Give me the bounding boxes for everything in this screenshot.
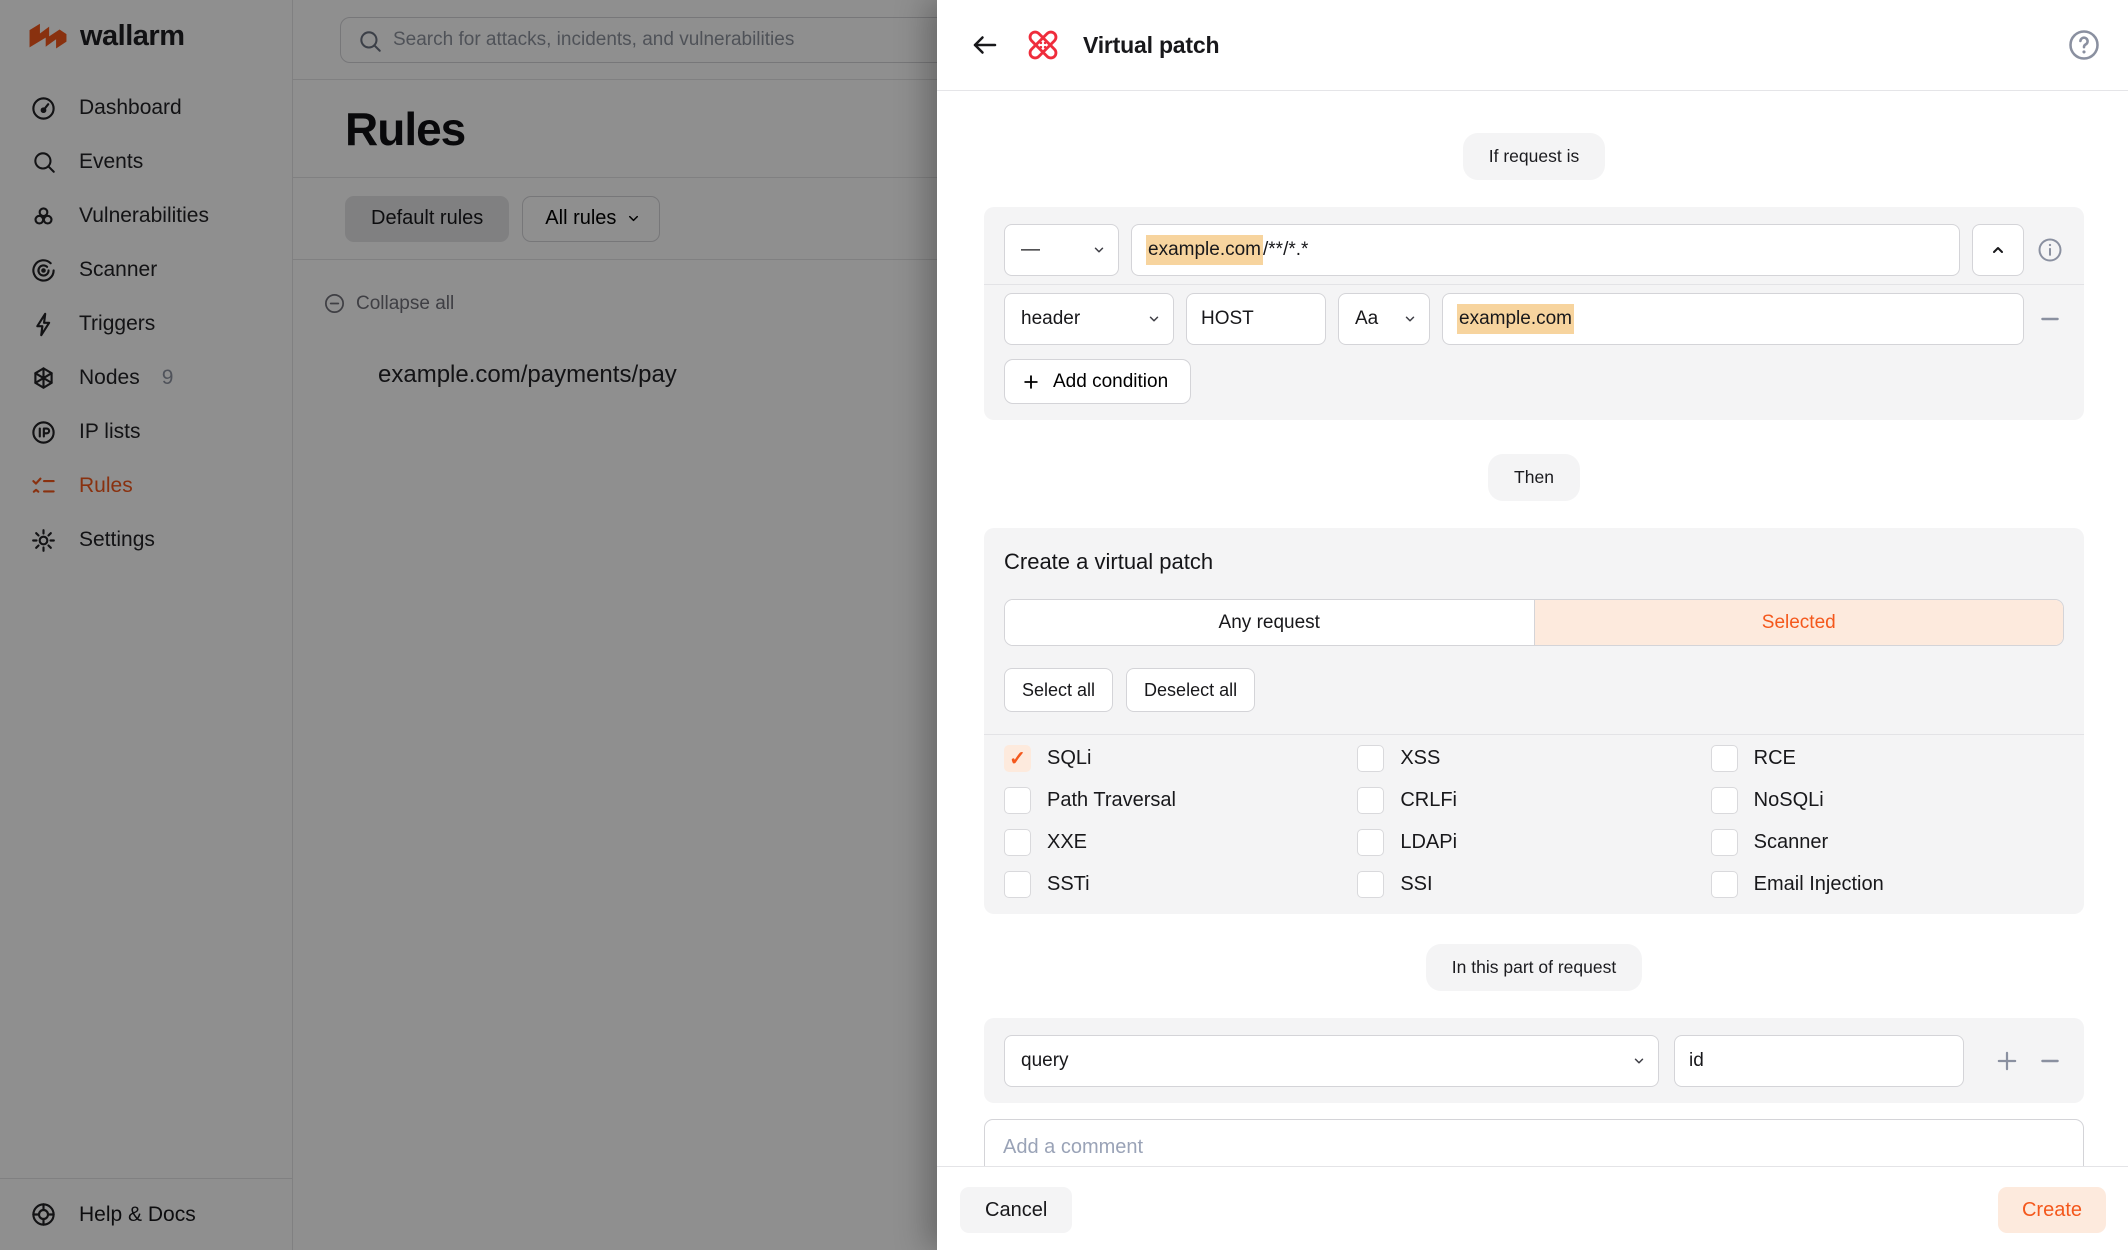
header-value-input[interactable]: example.com: [1442, 293, 2024, 345]
scope-tab-any-request[interactable]: Any request: [1005, 600, 1534, 645]
highlighted-host: example.com: [1146, 235, 1263, 265]
checkbox: [1711, 829, 1738, 856]
panel-body: If request is — example.com/**/*.*: [937, 91, 2128, 1250]
uri-pattern-input[interactable]: example.com/**/*.*: [1131, 224, 1960, 276]
attack-checkbox-ssi[interactable]: SSI: [1357, 871, 1710, 898]
panel-footer: Cancel Create: [937, 1166, 2128, 1250]
chevron-down-icon: [1147, 312, 1161, 326]
cancel-button[interactable]: Cancel: [960, 1187, 1072, 1233]
condition-operator-select[interactable]: —: [1004, 224, 1119, 276]
attack-checkbox-xxe[interactable]: XXE: [1004, 829, 1357, 856]
panel-title: Virtual patch: [1083, 32, 1219, 59]
request-scope-tabs: Any request Selected: [1004, 599, 2064, 646]
header-name-input[interactable]: [1186, 293, 1326, 345]
checkbox: [1357, 745, 1384, 772]
attack-checkbox-nosqli[interactable]: NoSQLi: [1711, 787, 2064, 814]
checkbox: [1711, 745, 1738, 772]
parameter-name-input[interactable]: [1674, 1035, 1964, 1087]
checkbox: [1357, 829, 1384, 856]
chevron-down-icon: [1632, 1054, 1646, 1068]
attack-checkbox-email-injection[interactable]: Email Injection: [1711, 871, 2064, 898]
checkbox: [1004, 871, 1031, 898]
selection-buttons: Select all Deselect all: [1004, 668, 2064, 712]
attack-checkbox-ssti[interactable]: SSTi: [1004, 871, 1357, 898]
help-icon[interactable]: [2066, 27, 2102, 63]
chevron-down-icon: [1403, 312, 1417, 326]
if-request-pill: If request is: [1463, 133, 1605, 180]
condition-type-select[interactable]: header: [1004, 293, 1174, 345]
divider: [984, 284, 2084, 285]
divider: [984, 734, 2084, 735]
create-button[interactable]: Create: [1998, 1187, 2106, 1233]
condition-row-header: header Aa example.com: [1004, 293, 2064, 345]
chevron-up-icon: [1990, 242, 2006, 258]
select-all-button[interactable]: Select all: [1004, 668, 1113, 712]
condition-card: — example.com/**/*.* h: [984, 207, 2084, 420]
condition-row-uri: — example.com/**/*.*: [1004, 224, 2064, 276]
deselect-all-button[interactable]: Deselect all: [1126, 668, 1255, 712]
checkbox: [1711, 787, 1738, 814]
attack-checkbox-xss[interactable]: XSS: [1357, 745, 1710, 772]
app: wallarm Dashboard Events Vulnerabi: [0, 0, 2128, 1250]
attack-checkbox-rce[interactable]: RCE: [1711, 745, 2064, 772]
attack-checkbox-sqli[interactable]: SQLi: [1004, 745, 1357, 772]
uri-rest: /**/*.*: [1263, 239, 1308, 261]
request-part-card: query: [984, 1018, 2084, 1103]
add-condition-button[interactable]: Add condition: [1004, 359, 1191, 404]
chevron-down-icon: [1092, 243, 1106, 257]
attack-checkbox-crlfi[interactable]: CRLFi: [1357, 787, 1710, 814]
checkbox: [1004, 787, 1031, 814]
collapse-condition-button[interactable]: [1972, 224, 2024, 276]
remove-part-icon[interactable]: [2036, 1047, 2064, 1075]
remove-condition-icon[interactable]: [2036, 305, 2064, 333]
info-icon[interactable]: [2036, 236, 2064, 264]
checkbox: [1357, 871, 1384, 898]
scope-tab-selected[interactable]: Selected: [1534, 600, 2064, 645]
virtual-patch-panel: Virtual patch If request is — example.co…: [937, 0, 2128, 1250]
back-arrow-icon[interactable]: [967, 27, 1003, 63]
request-point-select[interactable]: query: [1004, 1035, 1659, 1087]
attack-checkbox-scanner[interactable]: Scanner: [1711, 829, 2064, 856]
panel-header: Virtual patch: [937, 0, 2128, 91]
add-part-icon[interactable]: [1993, 1047, 2021, 1075]
case-sensitivity-select[interactable]: Aa: [1338, 293, 1430, 345]
virtual-patch-icon: [1025, 27, 1061, 63]
attack-checkbox-path-traversal[interactable]: Path Traversal: [1004, 787, 1357, 814]
card-heading: Create a virtual patch: [1004, 549, 2064, 575]
checkbox: [1004, 745, 1031, 772]
then-pill: Then: [1488, 454, 1580, 501]
virtual-patch-card: Create a virtual patch Any request Selec…: [984, 528, 2084, 914]
checkbox: [1004, 829, 1031, 856]
request-part-row: query: [1004, 1035, 2064, 1087]
checkbox: [1711, 871, 1738, 898]
attack-types-grid: SQLi XSS RCE: [1004, 745, 2064, 898]
part-of-request-pill: In this part of request: [1426, 944, 1642, 991]
checkbox: [1357, 787, 1384, 814]
plus-icon: [1021, 372, 1041, 392]
attack-checkbox-ldapi[interactable]: LDAPi: [1357, 829, 1710, 856]
